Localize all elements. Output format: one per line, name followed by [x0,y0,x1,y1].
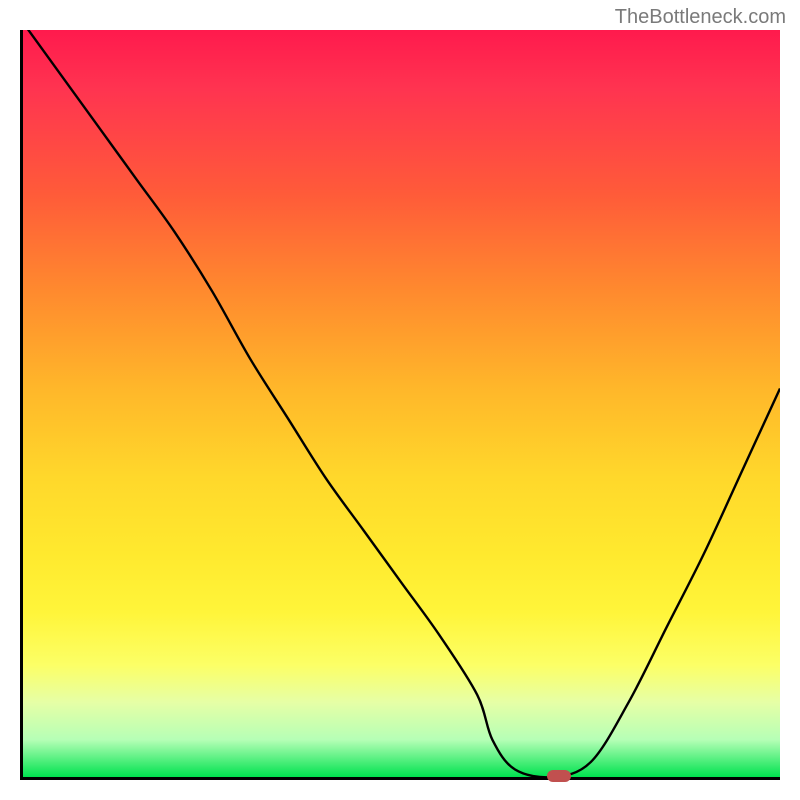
bottleneck-curve [23,30,780,777]
curve-layer [23,30,780,777]
watermark-text: TheBottleneck.com [615,6,786,29]
optimal-point-marker [547,770,571,782]
plot-frame [20,30,780,780]
